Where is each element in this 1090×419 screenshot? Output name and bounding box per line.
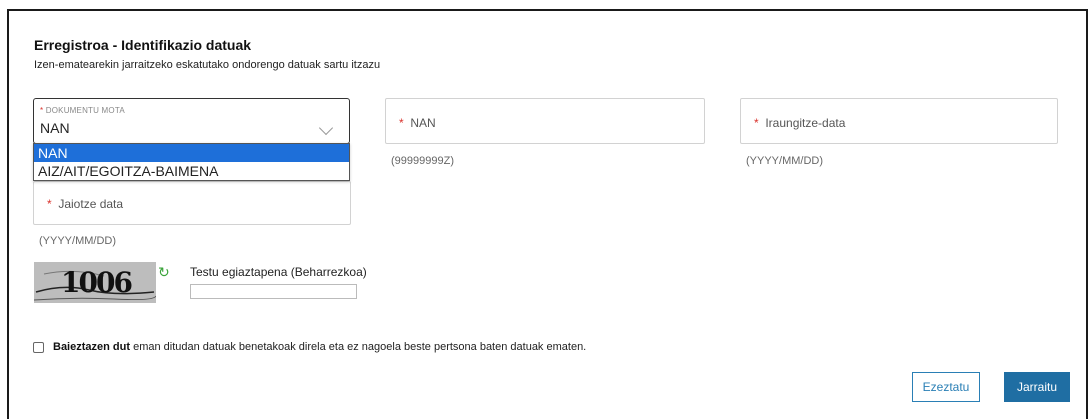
birth-date-field[interactable]: * Jaiotze data: [33, 181, 351, 225]
option-aiz-ait-egoitza-baimena[interactable]: AIZ/AIT/EGOITZA-BAIMENA: [34, 162, 349, 180]
nan-hint: (99999999Z): [391, 155, 454, 167]
expiry-placeholder-text: Iraungitze-data: [765, 116, 846, 130]
document-type-dropdown: NAN AIZ/AIT/EGOITZA-BAIMENA: [33, 143, 350, 181]
captcha-input[interactable]: [190, 284, 357, 299]
birth-placeholder-text: Jaiotze data: [58, 197, 124, 211]
document-type-label: * DOKUMENTU MOTA: [40, 106, 125, 115]
required-mark: *: [47, 197, 52, 211]
option-nan[interactable]: NAN: [34, 144, 349, 162]
page-title: Erregistroa - Identifikazio datuak: [34, 37, 252, 53]
required-mark: *: [754, 116, 759, 130]
confirm-text: Baieztazen dut eman ditudan datuak benet…: [53, 341, 586, 353]
document-type-label-text: DOKUMENTU MOTA: [45, 106, 125, 115]
captcha-text: 1006: [61, 266, 133, 299]
page-subtitle: Izen-ematearekin jarraitzeko eskatutako …: [34, 59, 381, 71]
confirm-rest-text: eman ditudan datuak benetakoak direla et…: [130, 341, 587, 353]
confirm-bold-text: Baieztazen dut: [53, 341, 131, 353]
nan-placeholder-text: NAN: [410, 116, 436, 130]
nan-placeholder: * NAN: [399, 116, 436, 130]
captcha-label: Testu egiaztapena (Beharrezkoa): [190, 265, 367, 279]
confirm-checkbox[interactable]: [33, 342, 44, 353]
expiry-hint: (YYYY/MM/DD): [746, 155, 823, 167]
required-mark: *: [40, 106, 44, 115]
birth-hint: (YYYY/MM/DD): [39, 235, 116, 247]
document-type-select[interactable]: * DOKUMENTU MOTA NAN: [33, 98, 350, 144]
refresh-icon[interactable]: ↻: [158, 264, 170, 281]
expiry-placeholder: * Iraungitze-data: [754, 116, 845, 130]
expiry-date-field[interactable]: * Iraungitze-data: [740, 98, 1058, 144]
birth-placeholder: * Jaiotze data: [47, 197, 123, 211]
document-type-value: NAN: [40, 120, 70, 136]
chevron-down-icon[interactable]: [318, 120, 334, 136]
cancel-button[interactable]: Ezeztatu: [912, 372, 980, 402]
continue-button[interactable]: Jarraitu: [1004, 372, 1070, 402]
captcha-image: 1006: [34, 262, 156, 303]
nan-field[interactable]: * NAN: [385, 98, 705, 144]
required-mark: *: [399, 116, 404, 130]
